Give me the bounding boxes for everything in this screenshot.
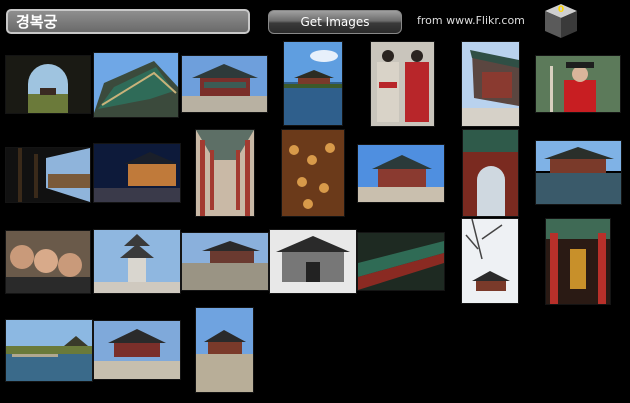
photo-thumbnail-pavilion-winter-tree[interactable] — [462, 219, 518, 303]
get-images-button[interactable]: Get Images — [268, 10, 402, 34]
photo-thumbnail-guard-red-uniform[interactable] — [536, 56, 620, 112]
photo-thumbnail-corridor-dark[interactable] — [6, 148, 90, 202]
search-input[interactable] — [6, 9, 250, 34]
photo-thumbnail-red-gate-arch[interactable] — [463, 130, 518, 216]
photo-thumbnail-gate-black-white[interactable] — [270, 230, 356, 293]
photo-thumbnail-pavilion-sky[interactable] — [196, 308, 253, 392]
photo-thumbnail-hall-reflection-pond[interactable] — [536, 141, 621, 204]
photo-thumbnail-guards-costume[interactable] — [371, 42, 434, 126]
photo-thumbnail-pond-bridge[interactable] — [6, 320, 92, 381]
photo-thumbnail-red-pillars-interior[interactable] — [546, 219, 610, 304]
photo-thumbnail-pagoda-tower[interactable] — [94, 230, 180, 293]
photo-thumbnail-pavilion-reflection[interactable] — [284, 42, 342, 125]
source-label: from www.Flikr.com — [417, 14, 525, 27]
photo-thumbnail-gate-courtyard[interactable] — [182, 233, 268, 290]
photo-thumbnail-palace-blue-sky[interactable] — [358, 145, 444, 202]
cart-cube-icon[interactable]: 0 — [543, 2, 579, 40]
photo-thumbnail-terracotta-figures[interactable] — [282, 130, 344, 216]
photo-thumbnail-gate-side-angle[interactable] — [462, 42, 519, 126]
photo-thumbnail-eaves-detail[interactable] — [358, 233, 444, 290]
photo-thumbnail-palace-roof-eaves[interactable] — [94, 53, 178, 117]
photo-thumbnail-archway-view[interactable] — [6, 56, 90, 113]
photo-thumbnail-visitors-selfie[interactable] — [6, 231, 90, 293]
photo-thumbnail-throne-hall-front[interactable] — [94, 321, 180, 379]
cube-count: 0 — [557, 5, 565, 15]
photo-thumbnail-red-colonnade[interactable] — [196, 130, 254, 216]
photo-thumbnail-palace-hall-wide[interactable] — [182, 56, 267, 112]
photo-thumbnail-palace-night[interactable] — [94, 144, 180, 202]
